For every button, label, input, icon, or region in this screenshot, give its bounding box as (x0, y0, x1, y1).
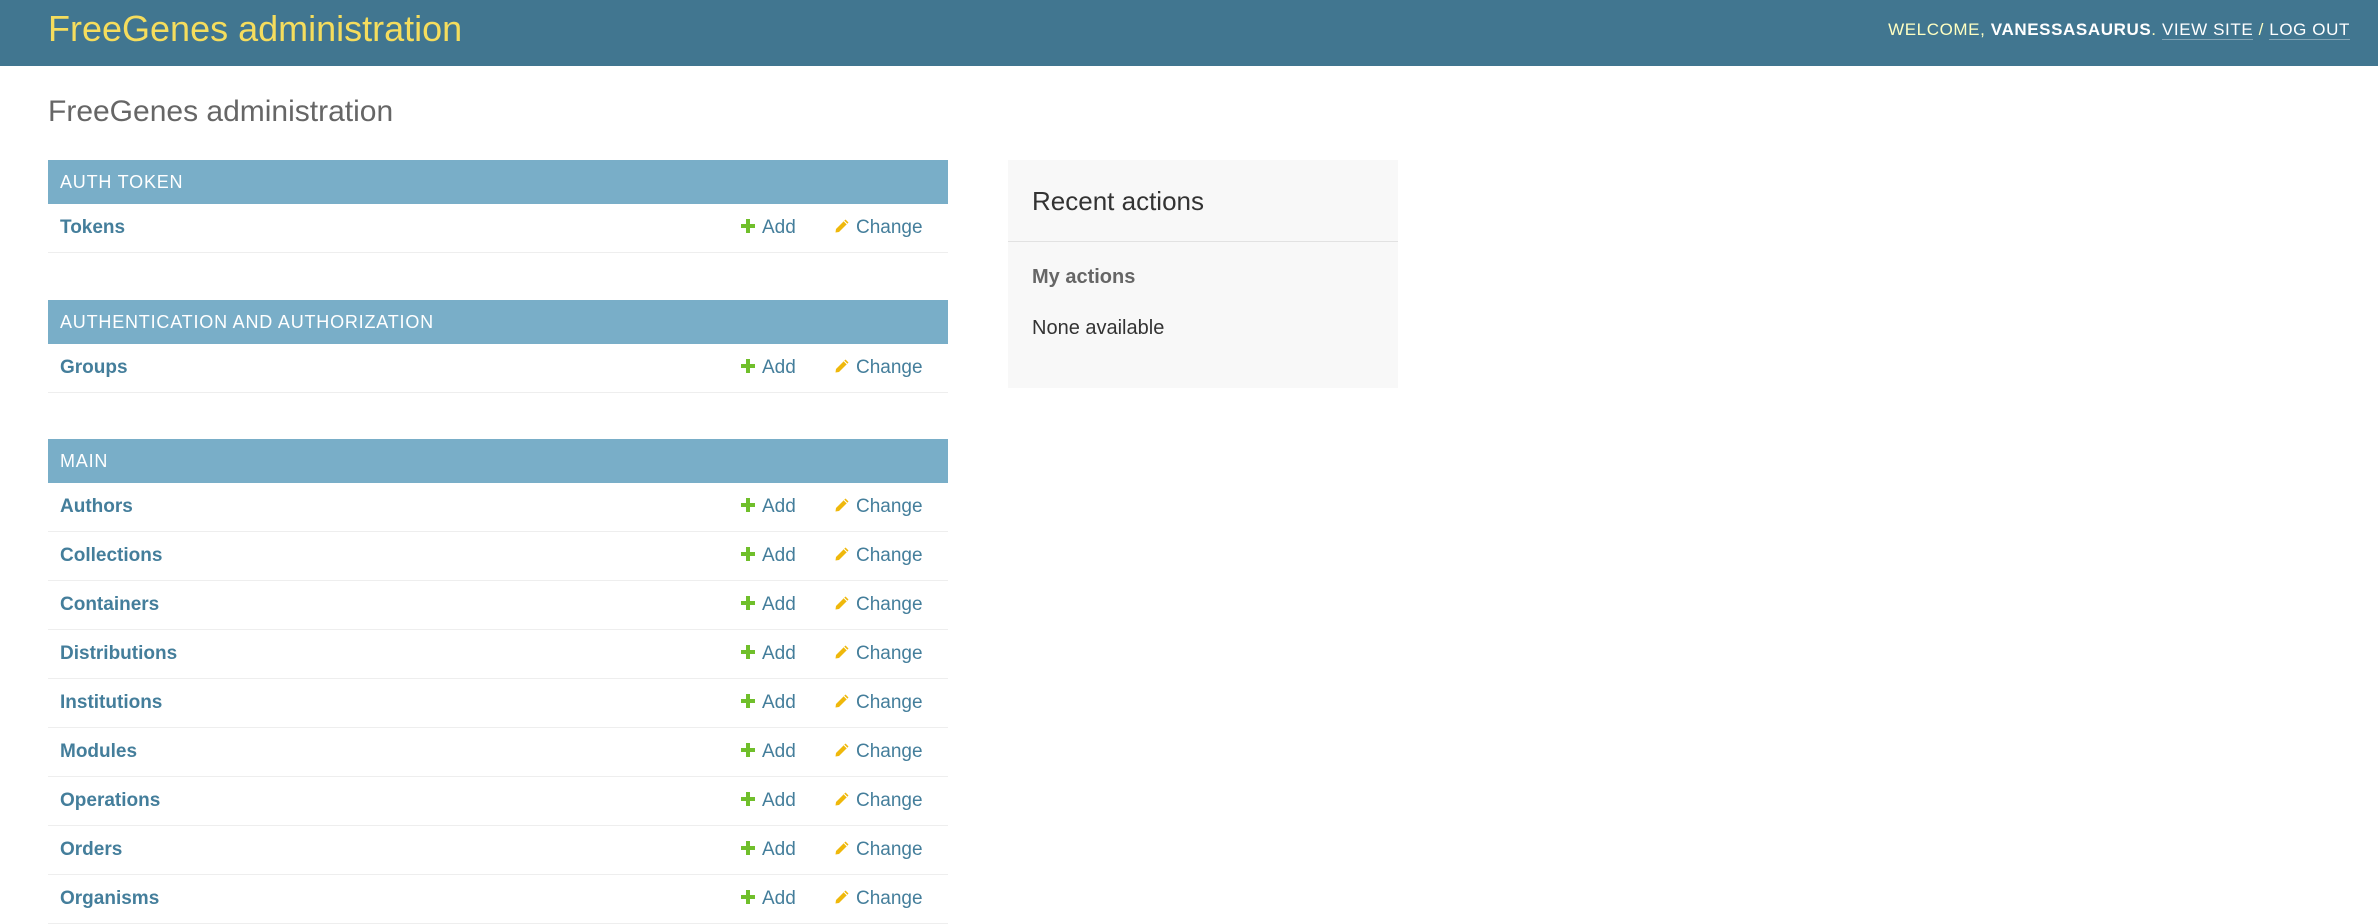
model-link[interactable]: Authors (60, 483, 133, 531)
table-row: Organisms Add Change (48, 875, 948, 924)
username: vanessasaurus (1990, 20, 2152, 39)
module-caption[interactable]: Auth Token (48, 160, 948, 204)
table-row: Distributions Add Change (48, 630, 948, 679)
model-link[interactable]: Modules (60, 728, 137, 776)
table-row: Modules Add Change (48, 728, 948, 777)
model-link[interactable]: Groups (60, 344, 128, 392)
add-button[interactable]: Add (740, 581, 796, 629)
plus-icon (741, 547, 755, 561)
table-row: Orders Add Change (48, 826, 948, 875)
plus-icon (741, 890, 755, 904)
change-button[interactable]: Change (834, 777, 923, 825)
pencil-icon (835, 694, 849, 708)
change-button[interactable]: Change (834, 728, 923, 776)
plus-icon (741, 792, 755, 806)
pencil-icon (835, 841, 849, 855)
module-main: Main Authors Add Change Collections Add … (48, 439, 948, 924)
model-link[interactable]: Institutions (60, 679, 162, 727)
model-link[interactable]: Tokens (60, 204, 125, 252)
plus-icon (741, 219, 755, 233)
change-button[interactable]: Change (834, 532, 923, 580)
site-branding[interactable]: FreeGenes administration (48, 8, 462, 50)
pencil-icon (835, 547, 849, 561)
table-row: Operations Add Change (48, 777, 948, 826)
add-button[interactable]: Add (740, 826, 796, 874)
add-button[interactable]: Add (740, 679, 796, 727)
add-button[interactable]: Add (740, 204, 796, 252)
model-link[interactable]: Orders (60, 826, 122, 874)
pencil-icon (835, 596, 849, 610)
table-row: Institutions Add Change (48, 679, 948, 728)
add-button[interactable]: Add (740, 777, 796, 825)
table-row: Tokens Add Change (48, 204, 948, 253)
module-authentication-authorization: Authentication and Authorization Groups … (48, 300, 948, 393)
table-row: Collections Add Change (48, 532, 948, 581)
change-button[interactable]: Change (834, 344, 923, 392)
recent-actions-panel: Recent actions My actions None available (1008, 160, 1398, 388)
model-link[interactable]: Distributions (60, 630, 177, 678)
add-button[interactable]: Add (740, 483, 796, 531)
plus-icon (741, 645, 755, 659)
separator-slash: / (2253, 20, 2270, 39)
change-button[interactable]: Change (834, 826, 923, 874)
divider (1008, 241, 1398, 242)
welcome-text: Welcome, (1888, 20, 1991, 39)
my-actions-heading: My actions (1032, 266, 1136, 288)
plus-icon (741, 743, 755, 757)
plus-icon (741, 841, 755, 855)
log-out-link[interactable]: Log out (2269, 20, 2350, 40)
pencil-icon (835, 219, 849, 233)
recent-actions-title: Recent actions (1032, 186, 1204, 216)
change-button[interactable]: Change (834, 630, 923, 678)
empty-actions-text: None available (1032, 317, 1165, 339)
change-button[interactable]: Change (834, 581, 923, 629)
add-button[interactable]: Add (740, 532, 796, 580)
table-row: Containers Add Change (48, 581, 948, 630)
table-row: Authors Add Change (48, 483, 948, 532)
change-button[interactable]: Change (834, 204, 923, 252)
plus-icon (741, 359, 755, 373)
add-button[interactable]: Add (740, 728, 796, 776)
user-tools: Welcome, vanessasaurus. View site / Log … (1888, 19, 2350, 41)
plus-icon (741, 596, 755, 610)
change-button[interactable]: Change (834, 679, 923, 727)
model-link[interactable]: Collections (60, 532, 162, 580)
plus-icon (741, 498, 755, 512)
module-caption[interactable]: Main (48, 439, 948, 483)
model-link[interactable]: Operations (60, 777, 160, 825)
pencil-icon (835, 498, 849, 512)
view-site-link[interactable]: View site (2161, 20, 2254, 40)
module-auth-token: Auth Token Tokens Add Change (48, 160, 948, 253)
change-button[interactable]: Change (834, 483, 923, 531)
separator-dot: . (2151, 20, 2162, 39)
pencil-icon (835, 890, 849, 904)
header-bar: FreeGenes administration Welcome, vaness… (0, 0, 2378, 66)
model-link[interactable]: Containers (60, 581, 159, 629)
page-title: FreeGenes administration (48, 95, 394, 128)
add-button[interactable]: Add (740, 630, 796, 678)
add-button[interactable]: Add (740, 344, 796, 392)
table-row: Groups Add Change (48, 344, 948, 393)
pencil-icon (835, 359, 849, 373)
pencil-icon (835, 792, 849, 806)
module-caption[interactable]: Authentication and Authorization (48, 300, 948, 344)
plus-icon (741, 694, 755, 708)
pencil-icon (835, 743, 849, 757)
pencil-icon (835, 645, 849, 659)
